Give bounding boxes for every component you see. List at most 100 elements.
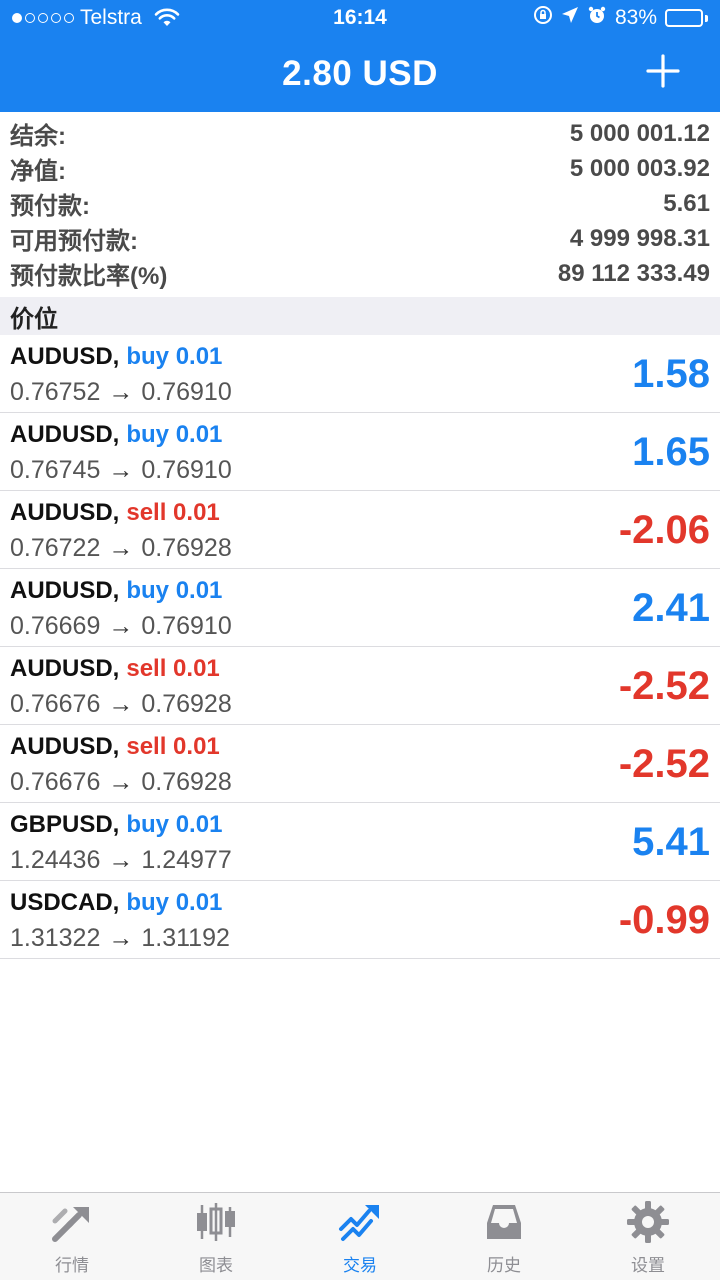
position-lot: 0.01 — [175, 421, 223, 448]
position-side: buy — [126, 343, 170, 370]
position-row[interactable]: AUDUSD, buy 0.01 0.76745 → 0.76910 1.65 — [0, 413, 720, 491]
position-symbol: GBPUSD, — [10, 811, 120, 838]
plus-icon[interactable] — [642, 50, 684, 92]
gear-icon — [625, 1199, 671, 1245]
tab-label: 行情 — [55, 1256, 89, 1275]
tab-label: 图表 — [199, 1256, 233, 1275]
summary-label: 结余: — [10, 123, 66, 150]
position-side-lot: buy 0.01 — [126, 889, 222, 917]
position-row[interactable]: AUDUSD, sell 0.01 0.76676 → 0.76928 -2.52 — [0, 725, 720, 803]
top-bar: Telstra 16:14 83% 2.80 USD — [0, 0, 720, 112]
current-price: 0.76928 — [141, 533, 232, 562]
summary-value: 4 999 998.31 — [569, 224, 710, 252]
page-title: 2.80 USD — [282, 54, 438, 93]
position-lot: 0.01 — [175, 343, 223, 370]
position-lot: 0.01 — [175, 811, 223, 838]
position-row[interactable]: USDCAD, buy 0.01 1.31322 → 1.31192 -0.99 — [0, 881, 720, 959]
arrow-right-icon: → — [108, 455, 134, 484]
position-lot: 0.01 — [175, 577, 223, 604]
tab-quotes[interactable]: 行情 — [0, 1193, 144, 1280]
position-title: GBPUSD, buy 0.01 — [10, 808, 710, 842]
open-price: 0.76676 — [10, 767, 101, 796]
summary-label: 预付款: — [10, 193, 90, 220]
location-arrow-icon — [561, 6, 579, 30]
position-row[interactable]: GBPUSD, buy 0.01 1.24436 → 1.24977 5.41 — [0, 803, 720, 881]
tab-trade-chart[interactable]: 交易 — [288, 1193, 432, 1280]
position-title: AUDUSD, sell 0.01 — [10, 730, 710, 764]
summary-row: 净值: 5 000 003.92 — [10, 151, 710, 186]
position-side: buy — [126, 421, 170, 448]
summary-label: 可用预付款: — [10, 228, 138, 255]
arrow-right-icon: → — [108, 767, 134, 796]
summary-value: 5 000 003.92 — [569, 154, 710, 182]
account-summary: 结余: 5 000 001.12 净值: 5 000 003.92 预付款: 5.61 可用… — [0, 112, 720, 297]
orientation-lock-icon — [533, 5, 553, 31]
app-screen: Telstra 16:14 83% 2.80 USD 结余: 5 000 001… — [0, 0, 720, 1280]
open-price: 0.76676 — [10, 689, 101, 718]
position-prices: 0.76669 → 0.76910 — [10, 608, 710, 644]
position-prices: 0.76752 → 0.76910 — [10, 374, 710, 410]
position-prices: 0.76676 → 0.76928 — [10, 764, 710, 800]
position-row[interactable]: AUDUSD, sell 0.01 0.76722 → 0.76928 -2.06 — [0, 491, 720, 569]
tab-candlestick-chart[interactable]: 图表 — [144, 1193, 288, 1280]
signal-strength-icon — [12, 13, 74, 23]
position-row[interactable]: AUDUSD, sell 0.01 0.76676 → 0.76928 -2.52 — [0, 647, 720, 725]
position-row[interactable]: AUDUSD, buy 0.01 0.76752 → 0.76910 1.58 — [0, 335, 720, 413]
position-side-lot: buy 0.01 — [126, 811, 222, 839]
position-side: sell — [126, 655, 167, 682]
position-profit: 2.41 — [632, 585, 710, 630]
arrow-right-icon: → — [108, 377, 134, 406]
status-right: 83% — [533, 5, 708, 31]
position-symbol: AUDUSD, — [10, 577, 120, 604]
position-lot: 0.01 — [175, 889, 223, 916]
position-row[interactable]: AUDUSD, buy 0.01 0.76669 → 0.76910 2.41 — [0, 569, 720, 647]
candlestick-chart-icon — [193, 1199, 239, 1245]
position-title: USDCAD, buy 0.01 — [10, 886, 710, 920]
positions-list: AUDUSD, buy 0.01 0.76752 → 0.76910 1.58 AUDUSD… — [0, 335, 720, 959]
open-price: 1.31322 — [10, 923, 101, 952]
position-profit: 5.41 — [632, 819, 710, 864]
current-price: 0.76910 — [141, 455, 232, 484]
alarm-icon — [587, 5, 607, 31]
current-price: 0.76910 — [141, 377, 232, 406]
position-symbol: AUDUSD, — [10, 733, 120, 760]
position-title: AUDUSD, sell 0.01 — [10, 496, 710, 530]
arrow-right-icon: → — [108, 611, 134, 640]
position-profit: -0.99 — [618, 897, 710, 942]
current-price: 1.31192 — [141, 923, 230, 952]
position-symbol: AUDUSD, — [10, 499, 120, 526]
wifi-icon — [154, 8, 180, 28]
summary-row: 预付款比率(%) 89 112 333.49 — [10, 256, 710, 291]
open-price: 0.76722 — [10, 533, 101, 562]
tab-label: 交易 — [343, 1256, 377, 1275]
position-title: AUDUSD, buy 0.01 — [10, 418, 710, 452]
position-symbol: AUDUSD, — [10, 421, 120, 448]
position-side-lot: buy 0.01 — [126, 577, 222, 605]
open-price: 0.76745 — [10, 455, 101, 484]
current-price: 0.76928 — [141, 767, 232, 796]
summary-value: 5.61 — [663, 189, 710, 217]
position-profit: -2.52 — [618, 663, 710, 708]
tab-gear[interactable]: 设置 — [576, 1193, 720, 1280]
arrow-right-icon: → — [108, 923, 134, 952]
current-price: 1.24977 — [141, 845, 232, 874]
position-symbol: USDCAD, — [10, 889, 120, 916]
position-prices: 0.76722 → 0.76928 — [10, 530, 710, 566]
position-profit: 1.58 — [632, 351, 710, 396]
tab-label: 设置 — [631, 1256, 665, 1275]
arrow-right-icon: → — [108, 689, 134, 718]
current-price: 0.76910 — [141, 611, 232, 640]
summary-row: 预付款: 5.61 — [10, 186, 710, 221]
tab-label: 历史 — [487, 1256, 521, 1275]
position-title: AUDUSD, sell 0.01 — [10, 652, 710, 686]
position-lot: 0.01 — [173, 655, 220, 682]
position-side-lot: buy 0.01 — [126, 421, 222, 449]
position-side-lot: buy 0.01 — [126, 343, 222, 371]
position-lot: 0.01 — [173, 733, 220, 760]
tab-history-inbox[interactable]: 历史 — [432, 1193, 576, 1280]
summary-value: 5 000 001.12 — [569, 119, 710, 147]
position-side: buy — [126, 811, 170, 838]
position-symbol: AUDUSD, — [10, 343, 120, 370]
section-header-positions: 价位 — [0, 297, 720, 335]
position-prices: 0.76745 → 0.76910 — [10, 452, 710, 488]
